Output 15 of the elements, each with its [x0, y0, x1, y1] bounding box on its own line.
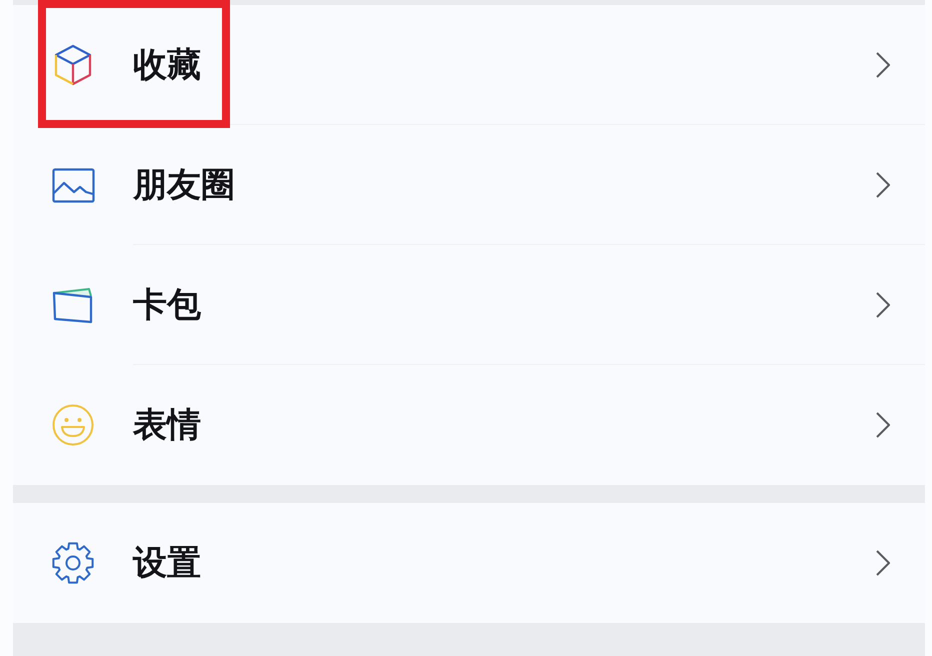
card-holder-icon	[52, 286, 94, 324]
menu-item-label[interactable]: 表情	[133, 402, 201, 448]
chevron-right-icon	[875, 411, 891, 439]
menu-item-label[interactable]: 朋友圈	[133, 162, 235, 208]
cube-icon	[53, 44, 93, 86]
menu-item-label[interactable]: 设置	[133, 540, 201, 586]
chevron-right-icon	[875, 51, 891, 79]
menu-item-label[interactable]: 收藏	[133, 42, 201, 88]
chevron-right-icon	[875, 549, 891, 577]
chevron-right-icon	[875, 291, 891, 319]
picture-icon	[52, 168, 94, 202]
menu-item-label[interactable]: 卡包	[133, 282, 201, 328]
smiley-icon	[52, 404, 94, 446]
chevron-right-icon	[875, 171, 891, 199]
settings-icon	[52, 542, 94, 584]
